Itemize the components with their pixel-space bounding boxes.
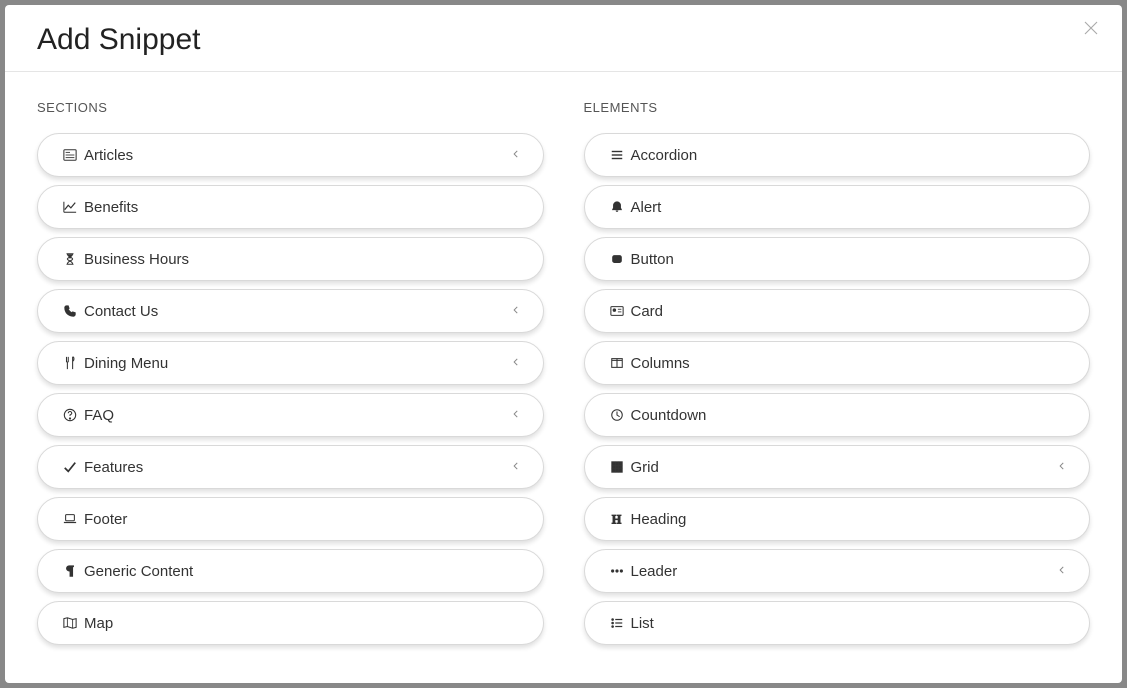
snippet-item-card[interactable]: Card xyxy=(584,289,1091,333)
modal-body: SECTIONS Articles Benefits Business Hours C… xyxy=(5,72,1122,683)
snippet-item-leader[interactable]: Leader xyxy=(584,549,1091,593)
snippet-item-list[interactable]: List xyxy=(584,601,1091,645)
snippet-item-articles[interactable]: Articles xyxy=(37,133,544,177)
snippet-item-label: Features xyxy=(84,459,511,476)
check-icon xyxy=(62,459,78,475)
snippet-item-footer[interactable]: Footer xyxy=(37,497,544,541)
close-icon xyxy=(1082,19,1100,37)
laptop-icon xyxy=(62,511,78,527)
phone-icon xyxy=(62,303,78,319)
snippet-item-label: Grid xyxy=(631,459,1058,476)
snippet-item-columns[interactable]: Columns xyxy=(584,341,1091,385)
heading-icon: H xyxy=(609,511,625,527)
snippet-item-label: Benefits xyxy=(84,199,523,216)
bars-icon xyxy=(609,147,625,163)
snippet-item-button[interactable]: Button xyxy=(584,237,1091,281)
chevron-left-icon xyxy=(511,149,523,161)
hourglass-icon xyxy=(62,251,78,267)
snippet-item-label: Business Hours xyxy=(84,251,523,268)
square-solid-icon xyxy=(609,251,625,267)
snippet-item-heading[interactable]: H Heading xyxy=(584,497,1091,541)
snippet-item-label: Columns xyxy=(631,355,1070,372)
bell-icon xyxy=(609,199,625,215)
clock-icon xyxy=(609,407,625,423)
snippet-item-label: Articles xyxy=(84,147,511,164)
snippet-item-label: Dining Menu xyxy=(84,355,511,372)
id-card-icon xyxy=(609,303,625,319)
sections-column: SECTIONS Articles Benefits Business Hours C… xyxy=(37,100,544,663)
snippet-item-dining-menu[interactable]: Dining Menu xyxy=(37,341,544,385)
paragraph-icon xyxy=(62,563,78,579)
chevron-left-icon xyxy=(511,461,523,473)
chart-line-icon xyxy=(62,199,78,215)
snippet-item-faq[interactable]: FAQ xyxy=(37,393,544,437)
snippet-item-accordion[interactable]: Accordion xyxy=(584,133,1091,177)
snippet-item-label: Heading xyxy=(631,511,1070,528)
snippet-item-label: FAQ xyxy=(84,407,511,424)
sections-list: Articles Benefits Business Hours Contact Us… xyxy=(37,133,544,645)
modal-header: Add Snippet xyxy=(5,5,1122,72)
chevron-left-icon xyxy=(511,305,523,317)
chevron-left-icon xyxy=(511,357,523,369)
snippet-item-countdown[interactable]: Countdown xyxy=(584,393,1091,437)
elements-list: Accordion Alert Button Card Columns Countdown… xyxy=(584,133,1091,645)
chevron-left-icon xyxy=(1057,565,1069,577)
snippet-item-label: Leader xyxy=(631,563,1058,580)
snippet-item-label: Countdown xyxy=(631,407,1070,424)
elements-column: ELEMENTS Accordion Alert Button Card Columns… xyxy=(584,100,1091,663)
snippet-item-grid[interactable]: Grid xyxy=(584,445,1091,489)
snippet-item-label: Map xyxy=(84,615,523,632)
snippet-item-label: Accordion xyxy=(631,147,1070,164)
snippet-item-label: Generic Content xyxy=(84,563,523,580)
snippet-item-alert[interactable]: Alert xyxy=(584,185,1091,229)
list-icon xyxy=(609,615,625,631)
columns-icon xyxy=(609,355,625,371)
add-snippet-modal: Add Snippet SECTIONS Articles Benefits Bus… xyxy=(5,5,1122,683)
snippet-item-label: Card xyxy=(631,303,1070,320)
th-icon xyxy=(609,459,625,475)
sections-heading: SECTIONS xyxy=(37,100,544,115)
chevron-left-icon xyxy=(1057,461,1069,473)
snippet-item-benefits[interactable]: Benefits xyxy=(37,185,544,229)
snippet-item-label: List xyxy=(631,615,1070,632)
chevron-left-icon xyxy=(511,409,523,421)
ellipsis-icon xyxy=(609,563,625,579)
utensils-icon xyxy=(62,355,78,371)
close-button[interactable] xyxy=(1082,19,1104,41)
modal-title: Add Snippet xyxy=(37,23,200,57)
snippet-item-contact-us[interactable]: Contact Us xyxy=(37,289,544,333)
snippet-item-label: Contact Us xyxy=(84,303,511,320)
snippet-item-label: Button xyxy=(631,251,1070,268)
snippet-item-label: Alert xyxy=(631,199,1070,216)
svg-text:H: H xyxy=(611,512,621,526)
question-circle-icon xyxy=(62,407,78,423)
map-icon xyxy=(62,615,78,631)
snippet-item-map[interactable]: Map xyxy=(37,601,544,645)
snippet-item-business-hours[interactable]: Business Hours xyxy=(37,237,544,281)
snippet-item-label: Footer xyxy=(84,511,523,528)
snippet-item-generic-content[interactable]: Generic Content xyxy=(37,549,544,593)
elements-heading: ELEMENTS xyxy=(584,100,1091,115)
snippet-item-features[interactable]: Features xyxy=(37,445,544,489)
newspaper-icon xyxy=(62,147,78,163)
